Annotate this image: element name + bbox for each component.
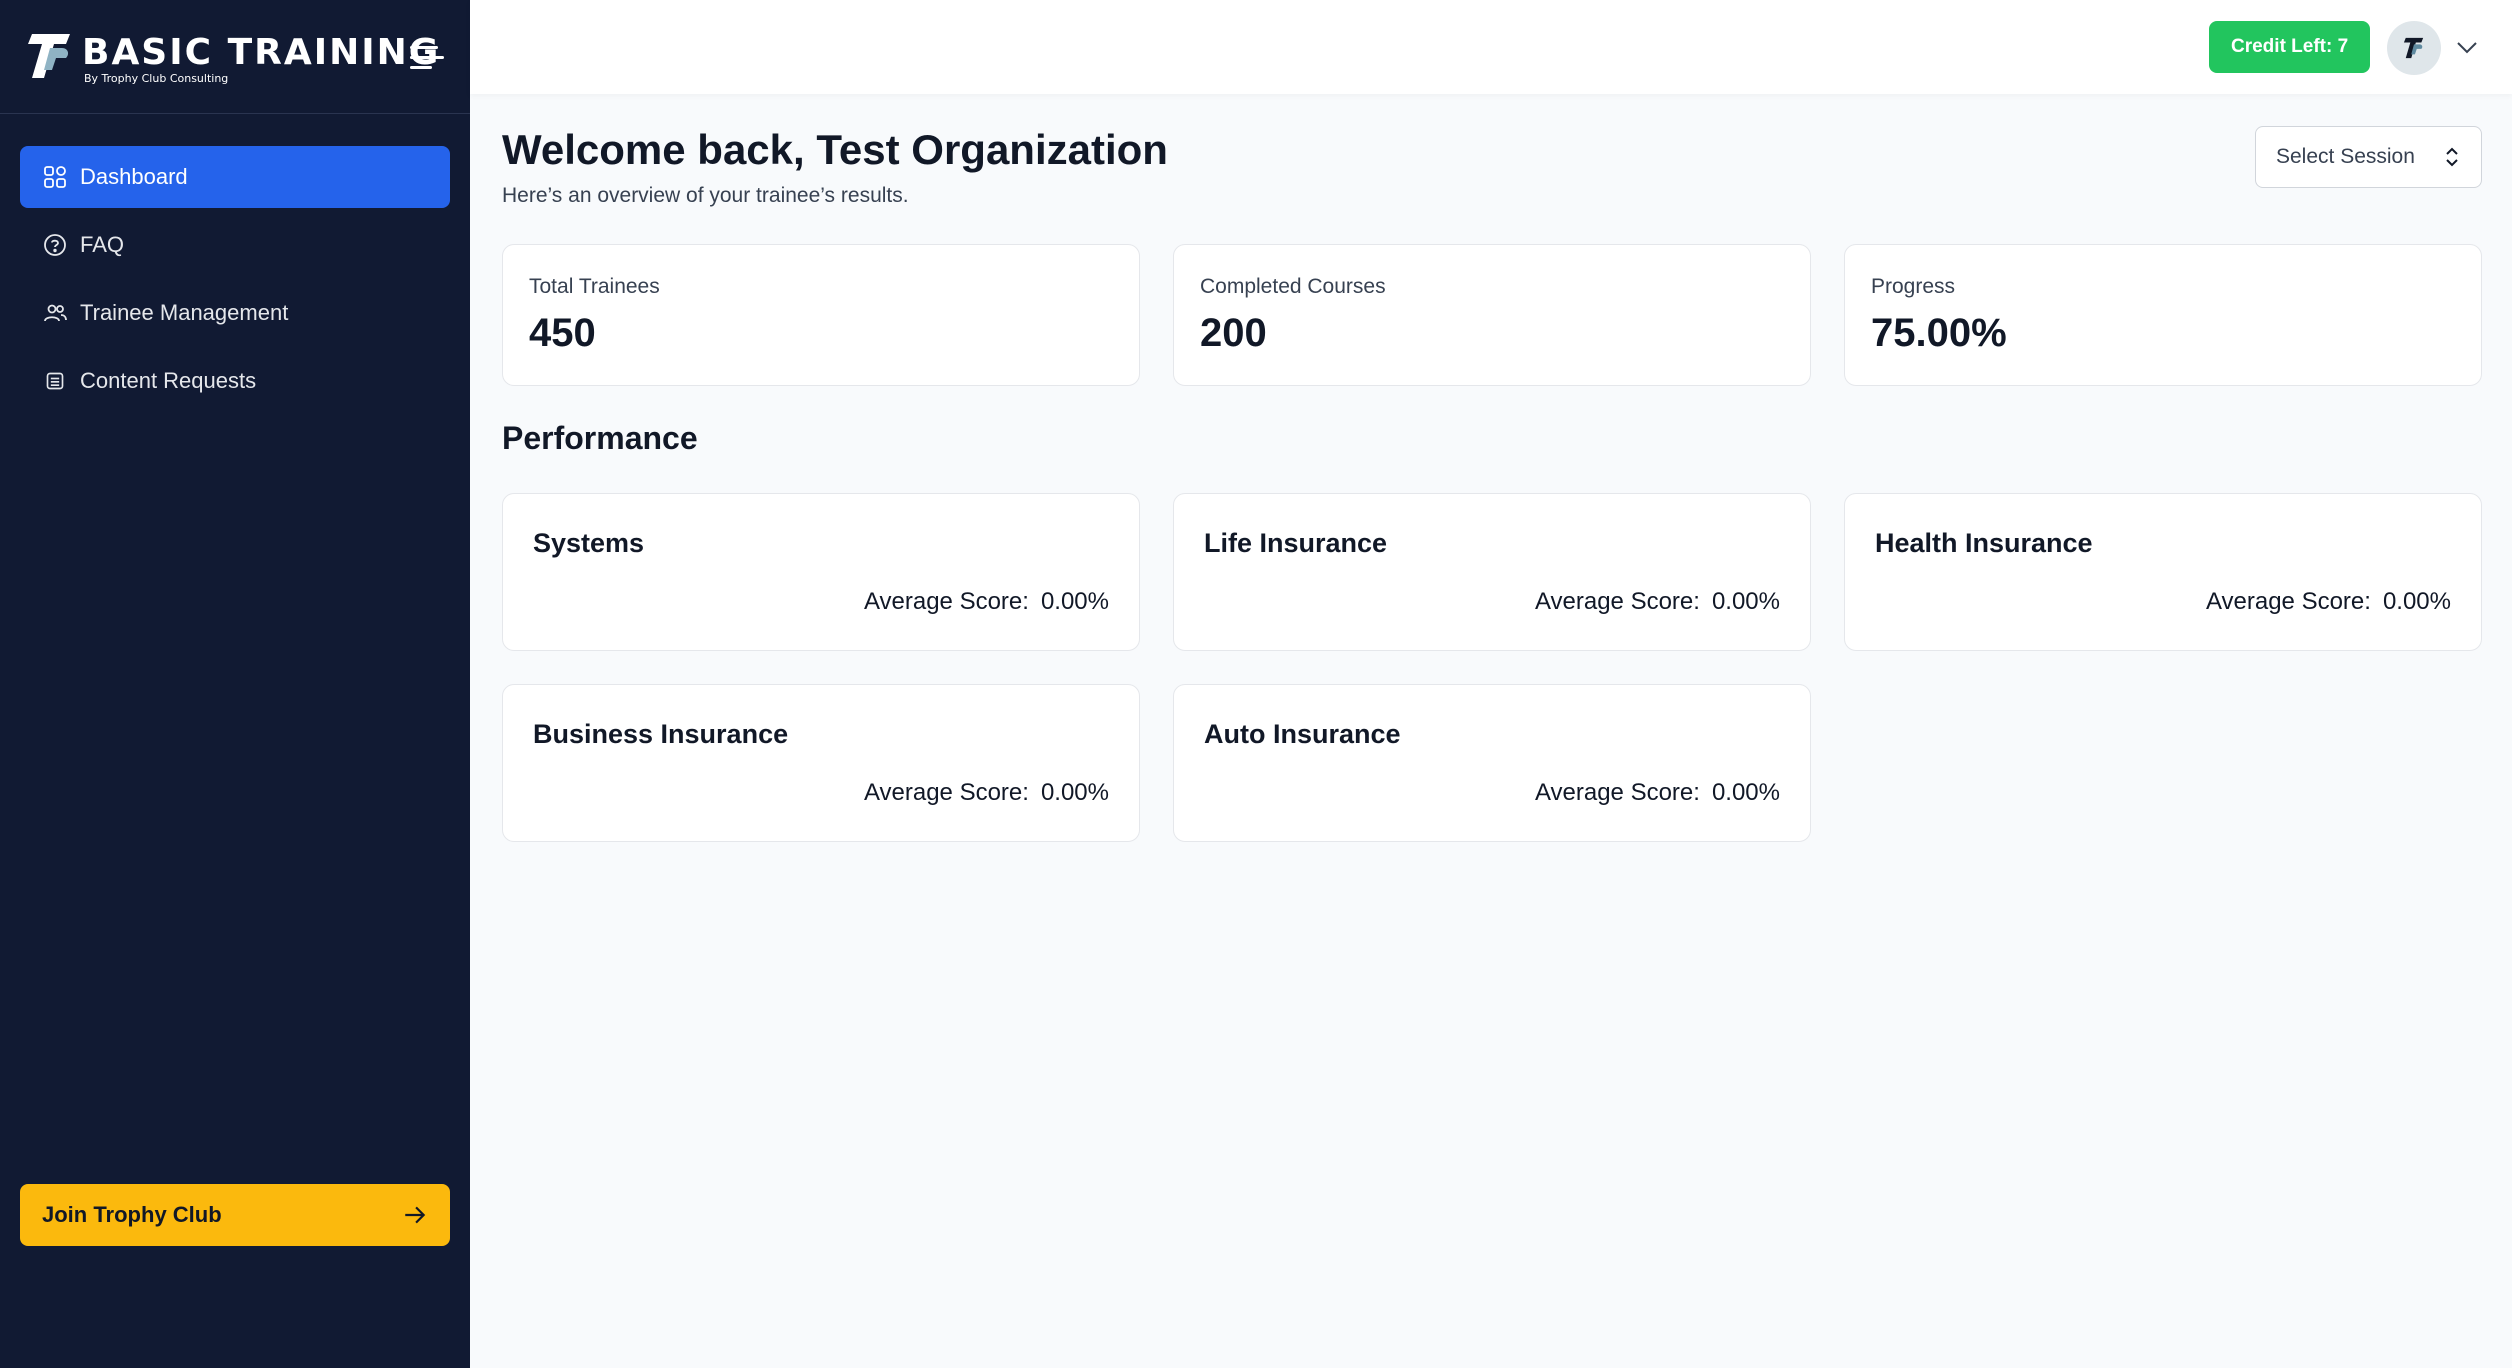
page-subtitle: Here’s an overview of your trainee’s res… [502,184,909,207]
page-title: Welcome back, Test Organization [502,126,1168,173]
users-icon [42,300,68,326]
sidebar: BASIC TRAINING By Trophy Club Consulting… [0,0,470,1368]
brand-header: BASIC TRAINING By Trophy Club Consulting [0,0,470,114]
avatar[interactable] [2387,21,2441,75]
average-score-value: 0.00% [1040,779,1109,806]
sidebar-item-label: Trainee Management [80,300,289,325]
stat-value: 75.00% [1871,311,2007,355]
performance-title: Performance [502,420,698,456]
average-score: Average Score: 0.00% [1535,779,1780,807]
performance-card-title: Systems [533,528,645,558]
chevron-up-down-icon [2446,147,2458,167]
performance-card-systems: Systems Average Score: 0.00% [502,493,1140,651]
brand-subtitle: By Trophy Club Consulting [84,72,229,85]
credit-badge[interactable]: Credit Left: 7 [2209,21,2371,73]
sidebar-item-trainee-management[interactable]: Trainee Management [20,282,450,344]
average-score: Average Score: 0.00% [864,779,1109,807]
performance-card-title: Life Insurance [1204,528,1388,558]
sidebar-item-label: Dashboard [80,164,188,189]
average-score-label: Average Score: [1534,588,1700,615]
sidebar-item-dashboard[interactable]: Dashboard [20,146,450,208]
chevron-down-icon[interactable] [2454,36,2480,58]
grid-icon [42,164,68,190]
stat-label: Progress [1871,275,1956,298]
sidebar-item-content-requests[interactable]: Content Requests [20,350,450,412]
menu-toggle-icon[interactable] [410,44,444,72]
brand-title: BASIC TRAINING [82,32,441,73]
stat-value: 200 [1200,311,1267,355]
average-score-value: 0.00% [1711,588,1780,615]
performance-card-health-insurance: Health Insurance Average Score: 0.00% [1844,493,2482,651]
avatar-logo-icon [2403,37,2424,59]
join-button-label: Join Trophy Club [42,1202,222,1227]
average-score: Average Score: 0.00% [1535,588,1780,616]
stat-label: Total Trainees [529,275,660,298]
average-score-value: 0.00% [2382,588,2451,615]
performance-card-title: Health Insurance [1875,528,2093,558]
stat-card-progress: Progress 75.00% [1844,244,2482,386]
sidebar-item-label: FAQ [80,232,125,257]
list-icon [42,368,68,394]
stat-label: Completed Courses [1200,275,1386,298]
logo-icon [28,34,70,78]
performance-card-life-insurance: Life Insurance Average Score: 0.00% [1173,493,1811,651]
stat-value: 450 [529,311,596,355]
performance-card-title: Auto Insurance [1204,719,1401,749]
average-score-label: Average Score: [2205,588,2371,615]
average-score: Average Score: 0.00% [2206,588,2451,616]
average-score-value: 0.00% [1711,779,1780,806]
sidebar-nav: Dashboard FAQ Trainee Management Content… [20,146,450,418]
performance-card-title: Business Insurance [533,719,789,749]
average-score-label: Average Score: [1534,779,1700,806]
average-score: Average Score: 0.00% [864,588,1109,616]
join-trophy-club-button[interactable]: Join Trophy Club [20,1184,450,1246]
session-select-label: Select Session [2276,145,2415,168]
stat-card-total-trainees: Total Trainees 450 [502,244,1140,386]
average-score-label: Average Score: [863,779,1029,806]
sidebar-item-faq[interactable]: FAQ [20,214,450,276]
performance-card-auto-insurance: Auto Insurance Average Score: 0.00% [1173,684,1811,842]
topbar: Credit Left: 7 [470,0,2512,94]
sidebar-item-label: Content Requests [80,368,257,393]
help-circle-icon [42,232,68,258]
average-score-label: Average Score: [863,588,1029,615]
average-score-value: 0.00% [1040,588,1109,615]
session-select[interactable]: Select Session [2255,126,2482,188]
stat-card-completed-courses: Completed Courses 200 [1173,244,1811,386]
arrow-right-icon [405,1206,426,1224]
performance-card-business-insurance: Business Insurance Average Score: 0.00% [502,684,1140,842]
